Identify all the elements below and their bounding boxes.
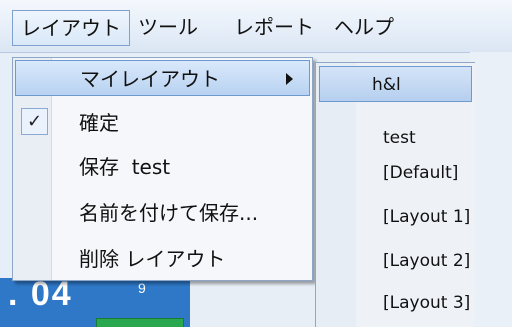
menu-item-label: マイレイアウト [80,67,220,91]
menu-item-delete-layout[interactable]: 削除 レイアウト [15,241,310,277]
menu-item-label: 名前を付けて保存... [79,201,259,225]
submenu-arrow-icon [286,73,293,85]
background-superscript: 9 [138,280,146,296]
submenu-item-layout-1[interactable]: [Layout 1] [319,199,472,235]
background-green-button [96,318,184,327]
menu-item-label: 保存 test [79,155,171,179]
background-digits: . 04 [8,278,73,313]
background-panel [470,52,512,327]
layout-dropdown-menu: マイレイアウト ✓ 確定 保存 test 名前を付けて保存... 削除 レイアウ… [12,57,313,281]
submenu-item-label: [Layout 3] [383,293,471,313]
submenu-item-layout-2[interactable]: [Layout 2] [319,243,472,279]
submenu-item-label: test [383,128,416,148]
menu-layout[interactable]: レイアウト [12,10,130,46]
checkmark-icon: ✓ [21,108,48,135]
my-layout-submenu: h&l test [Default] [Layout 1] [Layout 2]… [315,62,475,327]
menu-tools[interactable]: ツール [130,12,206,42]
menu-report[interactable]: レポート [226,12,322,42]
menu-bar: レイアウト ツール レポート ヘルプ [0,0,512,53]
menu-item-save-as[interactable]: 名前を付けて保存... [15,195,310,231]
submenu-item-test[interactable]: test [319,123,472,153]
submenu-item-label: [Layout 1] [383,207,471,227]
menu-item-label: 削除 レイアウト [79,247,226,271]
background-panel-middle [190,278,312,327]
menu-item-label: 確定 [79,111,119,135]
menu-item-save[interactable]: 保存 test [15,149,310,185]
submenu-item-label: [Layout 2] [383,251,471,271]
submenu-item-label: [Default] [383,163,459,183]
submenu-item-layout-3[interactable]: [Layout 3] [319,285,472,321]
submenu-item-default[interactable]: [Default] [319,155,472,191]
menu-item-confirm[interactable]: ✓ 確定 [15,105,310,141]
menu-item-my-layout[interactable]: マイレイアウト [15,60,310,96]
submenu-item-hl[interactable]: h&l [319,66,472,102]
app-window: レイアウト ツール レポート ヘルプ . 04 9 マイレイアウト ✓ 確定 保… [0,0,512,327]
menu-help[interactable]: ヘルプ [326,12,402,42]
background-score-panel: . 04 9 [0,278,190,327]
submenu-item-label: h&l [372,75,401,95]
